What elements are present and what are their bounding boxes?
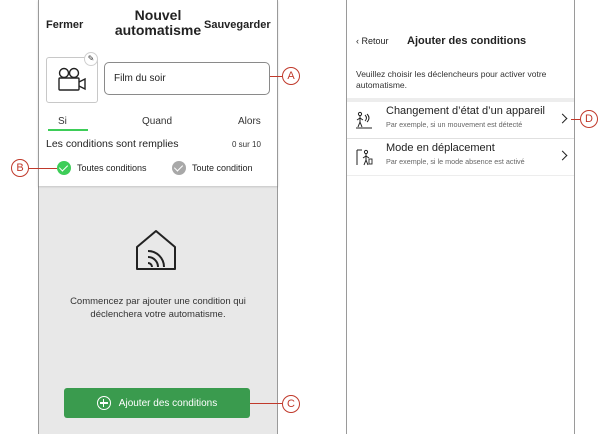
close-button[interactable]: Fermer	[46, 19, 83, 31]
tab-alors[interactable]: Alors	[238, 116, 261, 127]
edit-icon[interactable]: ✎	[84, 52, 98, 66]
chevron-right-icon	[557, 150, 568, 161]
conditions-page-title: Ajouter des conditions	[407, 35, 527, 47]
active-tab-indicator	[48, 129, 88, 131]
callout-a: A	[282, 67, 300, 85]
callout-a-line	[270, 76, 282, 78]
add-circle-icon	[96, 396, 111, 410]
chevron-right-icon	[557, 113, 568, 124]
conditions-label: Les conditions sont remplies	[46, 138, 179, 150]
automation-name-field[interactable]: Film du soir	[104, 62, 270, 95]
choice-travel-mode[interactable]: Mode en déplacement Par exemple, si le m…	[347, 138, 574, 175]
callout-b-line	[29, 168, 57, 170]
callout-c: C	[282, 395, 300, 413]
smart-home-icon	[136, 230, 176, 270]
choice-device-state-title: Changement d’état d’un appareil	[386, 105, 546, 117]
option-all-conditions[interactable]: Toutes conditions	[57, 160, 147, 176]
right-screen	[346, 0, 575, 434]
back-label: Retour	[361, 36, 389, 46]
choice-travel-mode-title: Mode en déplacement	[386, 142, 495, 154]
page-title: Nouvel automatisme	[114, 7, 202, 38]
automation-name-value: Film du soir	[114, 73, 166, 84]
save-button[interactable]: Sauvegarder	[204, 19, 271, 31]
option-all-label: Toutes conditions	[77, 163, 147, 173]
device-state-icon	[356, 111, 372, 129]
instructions-text: Veuillez choisir les déclencheurs pour a…	[356, 69, 547, 90]
empty-state-text: Commencez par ajouter une condition qui …	[70, 296, 246, 320]
add-conditions-button[interactable]: Ajouter des conditions	[64, 388, 250, 418]
tab-quand[interactable]: Quand	[142, 116, 172, 127]
choice-device-state[interactable]: Changement d’état d’un appareil Par exem…	[347, 102, 574, 138]
option-any-label: Toute condition	[192, 163, 253, 173]
checked-radio-icon	[57, 161, 71, 175]
callout-c-line	[250, 403, 282, 405]
callout-d: D	[580, 110, 598, 128]
option-any-condition[interactable]: Toute condition	[172, 160, 253, 176]
callout-d-line	[571, 119, 580, 121]
chevron-left-icon: ‹	[356, 36, 359, 46]
choice-device-state-subtitle: Par exemple, si un mouvement est détecté	[386, 120, 523, 129]
callout-b: B	[11, 159, 29, 177]
choice-travel-mode-subtitle: Par exemple, si le mode absence est acti…	[386, 157, 525, 166]
back-button[interactable]: ‹ Retour	[356, 36, 389, 46]
unchecked-radio-icon	[172, 161, 186, 175]
tab-si[interactable]: Si	[58, 116, 67, 127]
add-conditions-label: Ajouter des conditions	[118, 397, 218, 409]
travel-mode-icon	[356, 149, 373, 166]
conditions-count: 0 sur 10	[232, 140, 261, 149]
